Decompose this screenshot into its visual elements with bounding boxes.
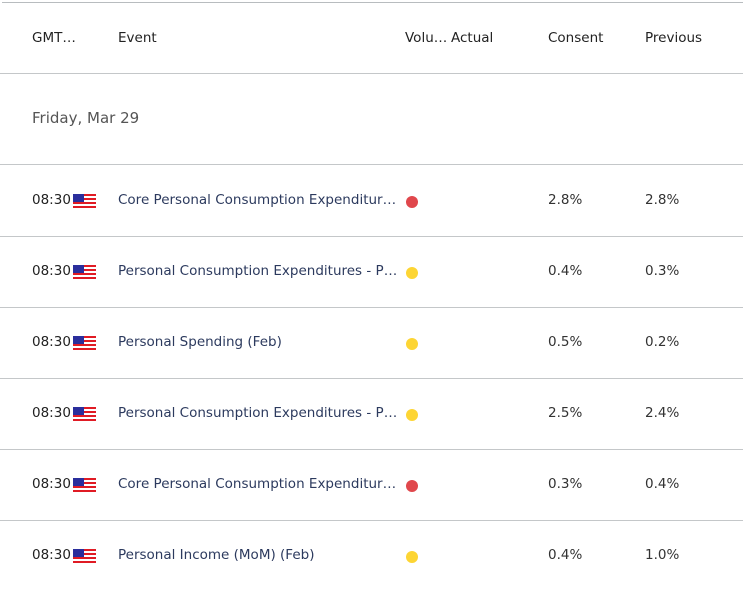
event-name[interactable]: Core Personal Consumption Expenditur… — [118, 192, 402, 208]
previous-value: 0.4% — [645, 476, 680, 492]
event-time: 08:30 — [32, 547, 71, 563]
header-consensus[interactable]: Consent — [548, 30, 603, 46]
event-name[interactable]: Personal Spending (Feb) — [118, 334, 402, 350]
date-label: Friday, Mar 29 — [32, 109, 140, 127]
event-time: 08:30 — [32, 334, 71, 350]
previous-value: 0.2% — [645, 334, 680, 350]
consensus-value: 0.4% — [548, 263, 583, 279]
previous-value: 0.3% — [645, 263, 680, 279]
previous-value: 2.8% — [645, 192, 680, 208]
event-name[interactable]: Personal Income (MoM) (Feb) — [118, 547, 402, 563]
us-flag-icon — [73, 336, 96, 351]
table-header: GMT… Event Volu… Actual Consent Previous — [0, 0, 743, 74]
previous-value: 2.4% — [645, 405, 680, 421]
economic-calendar: GMT… Event Volu… Actual Consent Previous… — [0, 0, 743, 588]
table-row[interactable]: 08:30 Personal Consumption Expenditures … — [0, 236, 743, 308]
previous-value: 1.0% — [645, 547, 680, 563]
table-row[interactable]: 08:30 Personal Spending (Feb) 0.5% 0.2% — [0, 307, 743, 379]
volatility-indicator-icon — [406, 480, 418, 492]
table-row[interactable]: 08:30 Personal Consumption Expenditures … — [0, 378, 743, 450]
event-time: 08:30 — [32, 263, 71, 279]
consensus-value: 2.5% — [548, 405, 583, 421]
header-event[interactable]: Event — [118, 30, 157, 46]
date-group-header: Friday, Mar 29 — [0, 74, 743, 165]
table-row[interactable]: 08:30 Core Personal Consumption Expendit… — [0, 165, 743, 237]
table-row[interactable]: 08:30 Core Personal Consumption Expendit… — [0, 449, 743, 521]
consensus-value: 0.3% — [548, 476, 583, 492]
header-gmt[interactable]: GMT… — [32, 30, 76, 46]
volatility-indicator-icon — [406, 267, 418, 279]
header-volatility[interactable]: Volu… — [405, 30, 447, 46]
header-actual[interactable]: Actual — [451, 30, 493, 46]
volatility-indicator-icon — [406, 338, 418, 350]
us-flag-icon — [73, 194, 96, 209]
volatility-indicator-icon — [406, 196, 418, 208]
us-flag-icon — [73, 549, 96, 564]
us-flag-icon — [73, 407, 96, 422]
consensus-value: 2.8% — [548, 192, 583, 208]
event-name[interactable]: Personal Consumption Expenditures - P… — [118, 263, 402, 279]
consensus-value: 0.4% — [548, 547, 583, 563]
event-name[interactable]: Personal Consumption Expenditures - P… — [118, 405, 402, 421]
volatility-indicator-icon — [406, 551, 418, 563]
event-name[interactable]: Core Personal Consumption Expenditur… — [118, 476, 402, 492]
header-previous[interactable]: Previous — [645, 30, 702, 46]
event-time: 08:30 — [32, 405, 71, 421]
consensus-value: 0.5% — [548, 334, 583, 350]
volatility-indicator-icon — [406, 409, 418, 421]
event-time: 08:30 — [32, 192, 71, 208]
us-flag-icon — [73, 265, 96, 280]
event-time: 08:30 — [32, 476, 71, 492]
us-flag-icon — [73, 478, 96, 493]
table-row[interactable]: 08:30 Personal Income (MoM) (Feb) 0.4% 1… — [0, 520, 743, 591]
